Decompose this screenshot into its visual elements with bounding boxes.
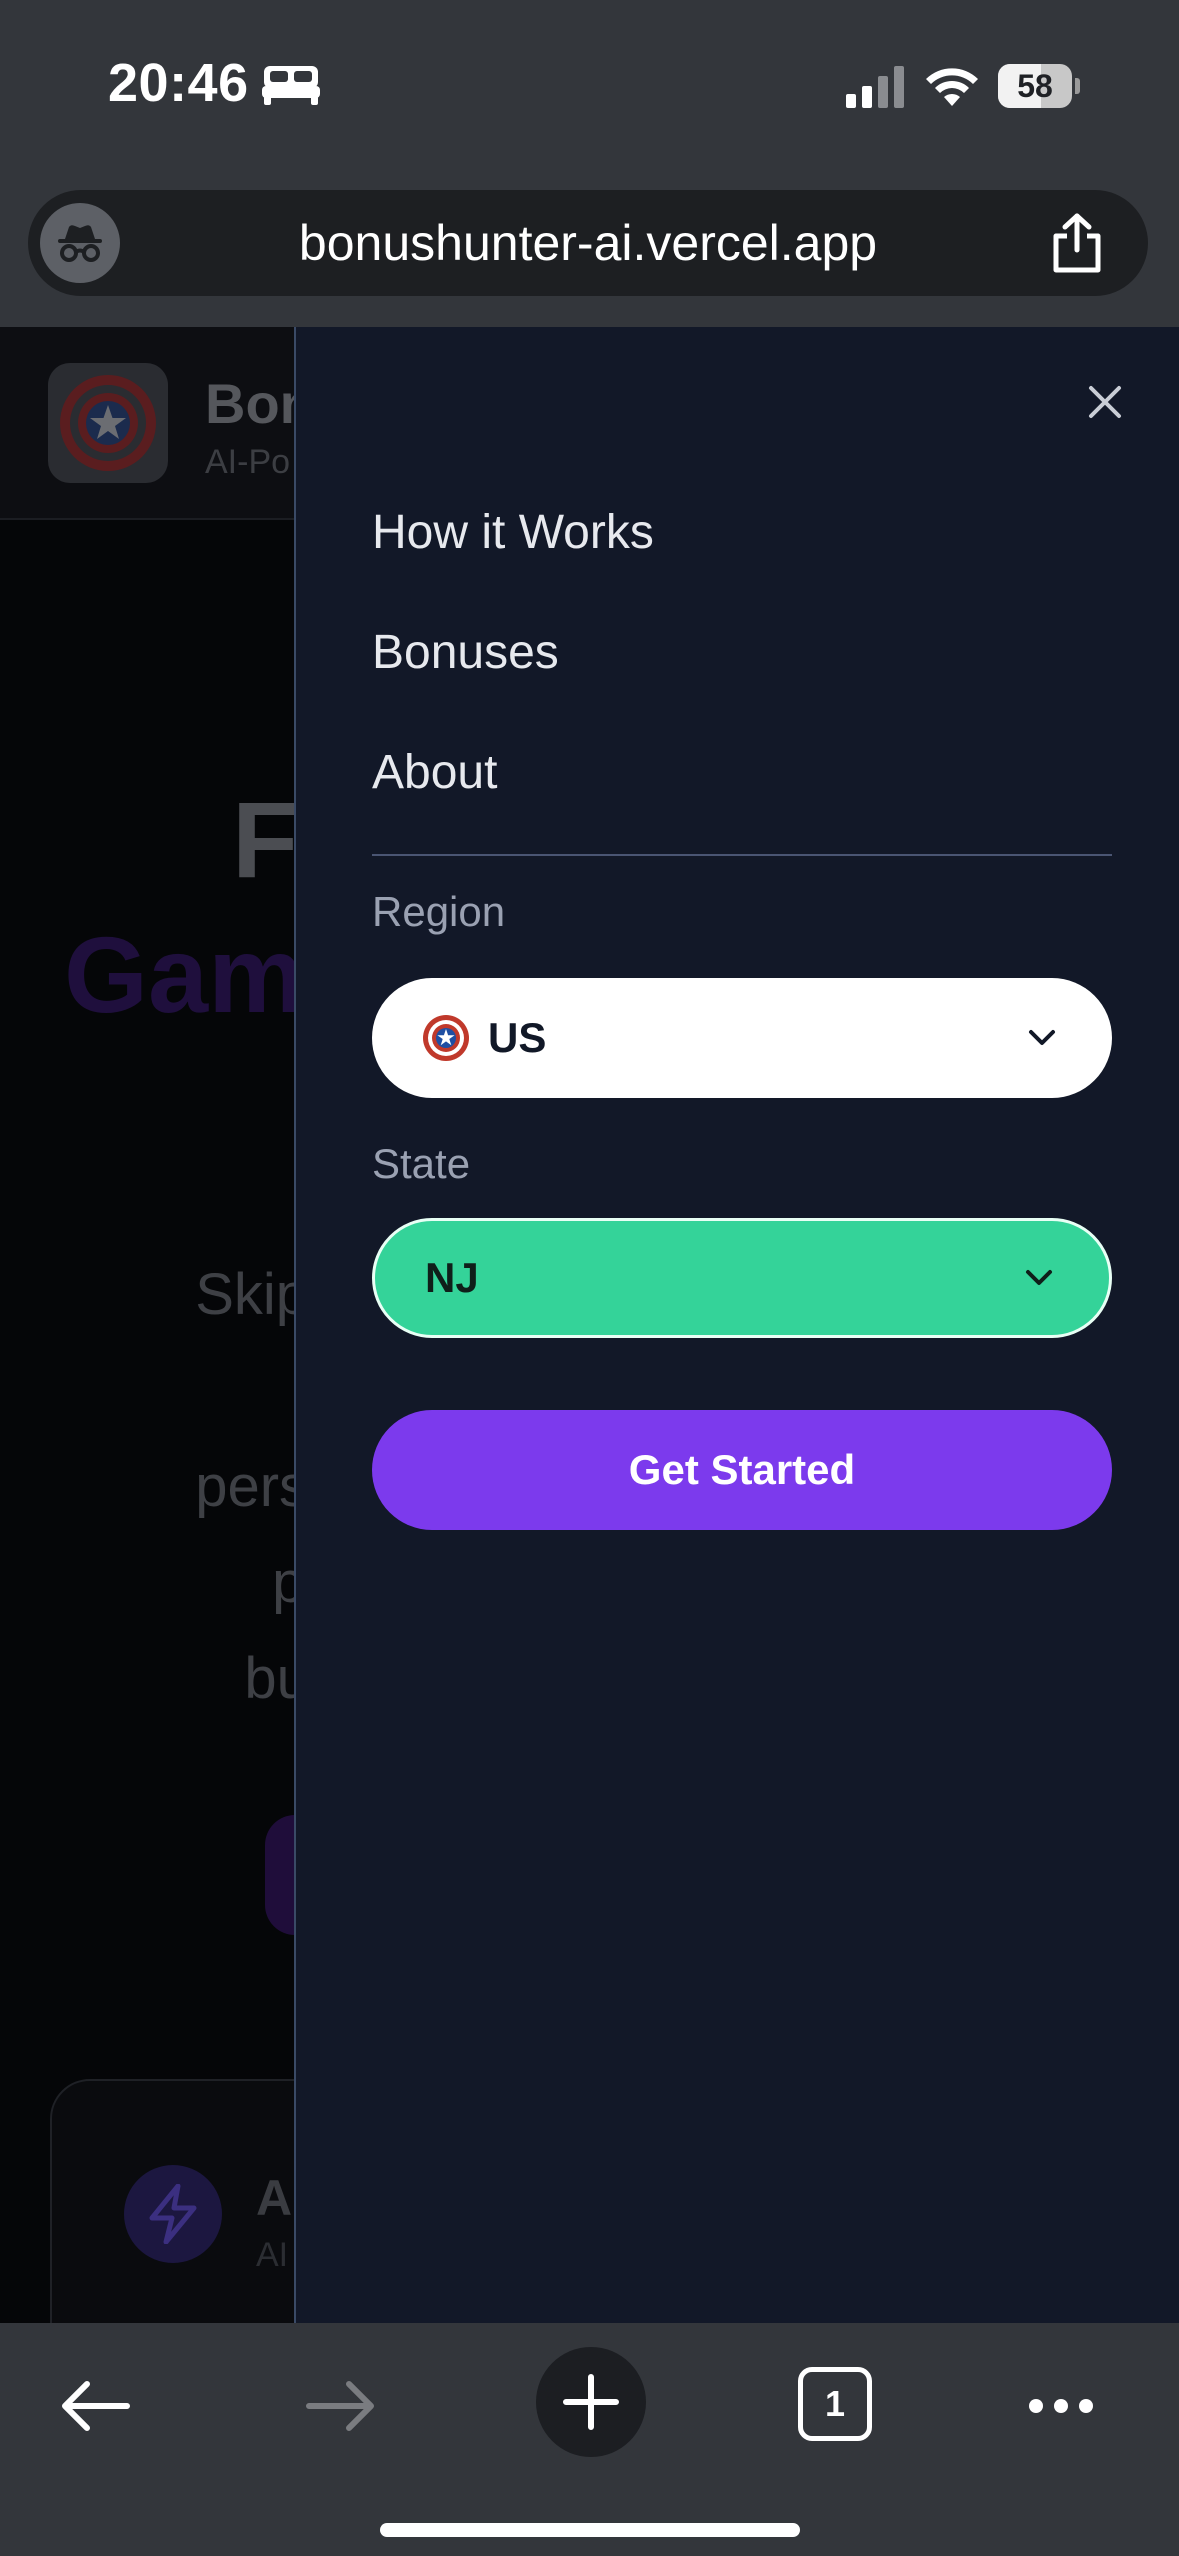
battery-level: 58 <box>1017 68 1053 104</box>
close-icon <box>1089 386 1121 418</box>
status-time: 20:46 <box>108 53 249 113</box>
status-bar: 20:46 58 <box>0 0 1179 175</box>
close-button[interactable] <box>1080 377 1130 427</box>
chevron-down-icon <box>1026 1270 1052 1285</box>
brand-tagline: AI-Po <box>205 443 291 481</box>
plus-icon <box>563 2374 619 2430</box>
incognito-icon <box>58 225 102 262</box>
more-button[interactable] <box>1016 2361 1106 2451</box>
forward-arrow-icon <box>306 2381 374 2431</box>
nav-link-bonuses[interactable]: Bonuses <box>372 625 559 680</box>
shield-star-icon <box>60 375 156 471</box>
feature-subtitle: AI <box>256 2236 289 2274</box>
get-started-button[interactable]: Get Started <box>372 1410 1112 1530</box>
nav-link-about[interactable]: About <box>372 745 497 800</box>
hero-title-line2: Gam <box>64 914 305 1035</box>
region-label: Region <box>372 888 506 935</box>
back-button[interactable] <box>50 2361 140 2451</box>
wifi-icon <box>926 68 978 106</box>
url-text[interactable]: bonushunter-ai.vercel.app <box>168 190 1008 296</box>
battery-icon: 58 <box>998 64 1080 108</box>
mobile-nav-drawer: How it Works Bonuses About Region US Sta… <box>294 327 1179 2323</box>
share-button[interactable] <box>1044 210 1110 276</box>
lightning-icon <box>124 2165 222 2263</box>
signal-icon <box>846 66 904 108</box>
app-logo <box>48 363 168 483</box>
state-value: NJ <box>425 1254 479 1301</box>
nav-link-how-it-works[interactable]: How it Works <box>372 505 654 560</box>
tabs-icon[interactable]: 1 <box>798 2367 872 2441</box>
new-tab-button[interactable] <box>536 2347 646 2457</box>
region-flag-icon <box>423 1015 469 1061</box>
browser-toolbar: 1 <box>0 2323 1179 2556</box>
state-label: State <box>372 1140 471 1187</box>
region-select[interactable]: US <box>372 978 1112 1098</box>
share-icon <box>1053 213 1101 273</box>
incognito-button[interactable] <box>40 203 120 283</box>
chevron-down-icon <box>1029 1030 1055 1045</box>
home-indicator <box>380 2523 800 2537</box>
back-arrow-icon <box>62 2381 130 2431</box>
state-select[interactable]: NJ <box>372 1218 1112 1338</box>
divider <box>372 854 1112 856</box>
region-value: US <box>488 1014 547 1061</box>
more-icon <box>1029 2399 1093 2413</box>
bed-icon <box>262 66 320 105</box>
forward-button[interactable] <box>296 2361 386 2451</box>
address-bar[interactable]: bonushunter-ai.vercel.app <box>28 190 1148 296</box>
